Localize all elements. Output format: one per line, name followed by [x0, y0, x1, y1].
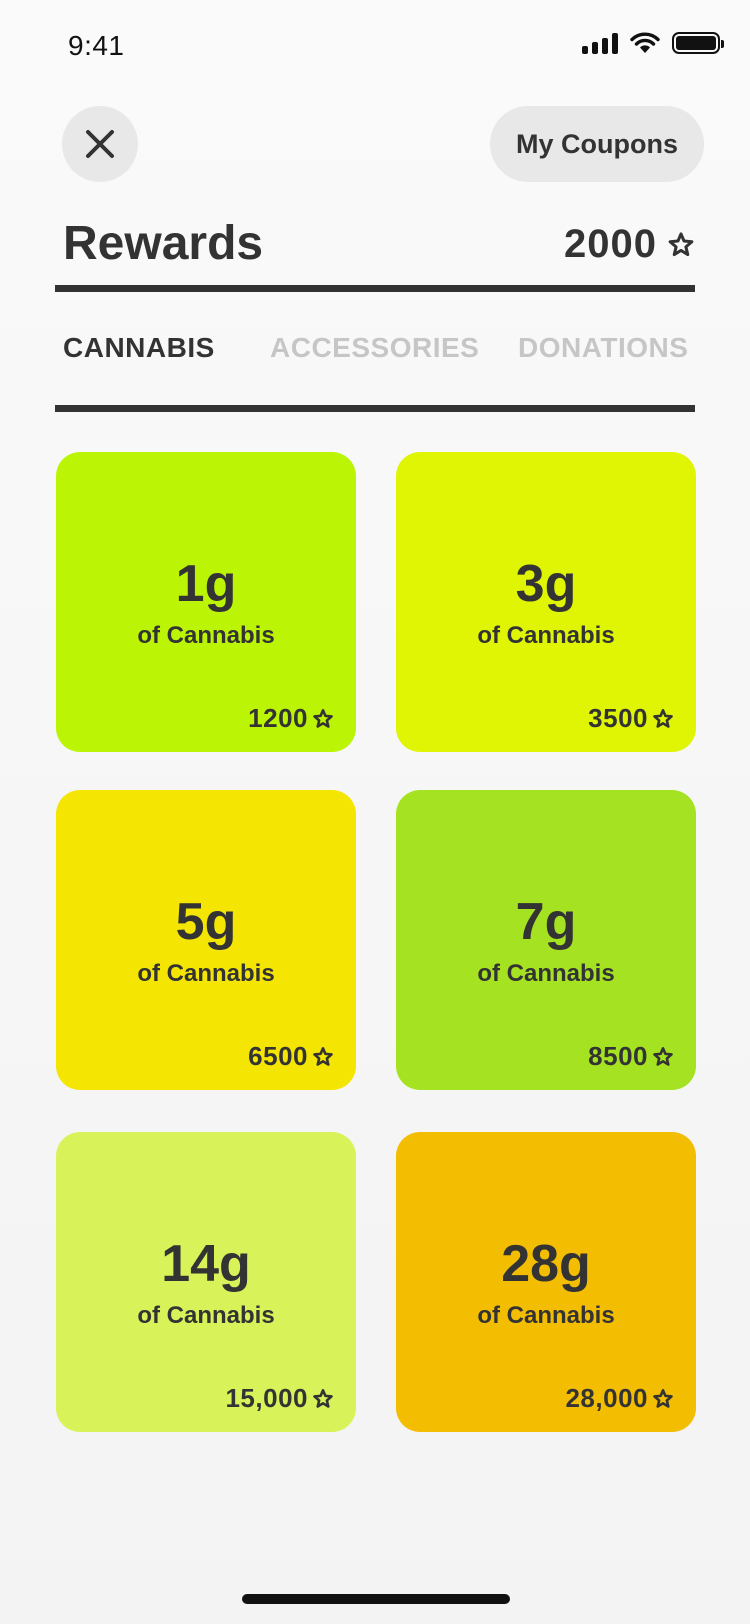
points-balance: 2000	[564, 222, 695, 267]
status-bar: 9:41	[0, 0, 750, 96]
points-value: 2000	[564, 222, 657, 266]
star-outline-icon	[313, 1388, 333, 1408]
my-coupons-button[interactable]: My Coupons	[490, 106, 704, 182]
reward-amount: 5g	[175, 893, 237, 951]
title-row: Rewards 2000	[55, 210, 695, 292]
wifi-icon	[630, 32, 660, 53]
reward-amount: 28g	[501, 1235, 591, 1293]
reward-price-value: 3500	[588, 703, 648, 733]
star-outline-icon	[668, 231, 694, 256]
reward-amount: 14g	[161, 1235, 251, 1293]
reward-card[interactable]: 5g of Cannabis 6500	[56, 790, 356, 1090]
reward-card[interactable]: 1g of Cannabis 1200	[56, 452, 356, 752]
reward-price-value: 28,000	[565, 1383, 648, 1413]
reward-price: 28,000	[565, 1383, 674, 1414]
page-title: Rewards	[63, 217, 264, 270]
reward-card[interactable]: 14g of Cannabis 15,000	[56, 1132, 356, 1432]
home-indicator[interactable]	[242, 1594, 510, 1604]
reward-amount: 7g	[515, 893, 577, 951]
close-button[interactable]	[62, 106, 138, 182]
tab-accessories[interactable]: ACCESSORIES	[270, 332, 479, 364]
reward-description: of Cannabis	[137, 960, 275, 987]
reward-price: 1200	[248, 703, 334, 734]
reward-price: 6500	[248, 1041, 334, 1072]
reward-card[interactable]: 28g of Cannabis 28,000	[396, 1132, 696, 1432]
reward-description: of Cannabis	[137, 1302, 275, 1329]
reward-card[interactable]: 7g of Cannabis 8500	[396, 790, 696, 1090]
reward-card[interactable]: 3g of Cannabis 3500	[396, 452, 696, 752]
reward-price-value: 15,000	[225, 1383, 308, 1413]
star-outline-icon	[653, 1388, 673, 1408]
close-icon	[86, 130, 114, 158]
status-time: 9:41	[68, 30, 125, 61]
reward-description: of Cannabis	[477, 1302, 615, 1329]
reward-price-value: 1200	[248, 703, 308, 733]
reward-amount: 3g	[515, 555, 577, 613]
star-outline-icon	[313, 708, 333, 728]
reward-amount: 1g	[175, 555, 237, 613]
reward-price: 3500	[588, 703, 674, 734]
star-outline-icon	[313, 1046, 333, 1066]
cellular-signal-icon	[582, 32, 618, 54]
reward-description: of Cannabis	[477, 960, 615, 987]
battery-icon	[672, 32, 724, 54]
reward-price-value: 6500	[248, 1041, 308, 1071]
reward-price: 8500	[588, 1041, 674, 1072]
star-outline-icon	[653, 1046, 673, 1066]
reward-price: 15,000	[225, 1383, 334, 1414]
tab-cannabis[interactable]: CANNABIS	[63, 332, 215, 364]
star-outline-icon	[653, 708, 673, 728]
reward-price-value: 8500	[588, 1041, 648, 1071]
reward-description: of Cannabis	[477, 622, 615, 649]
reward-description: of Cannabis	[137, 622, 275, 649]
category-tabs: CANNABIS ACCESSORIES DONATIONS	[55, 312, 695, 412]
tab-donations[interactable]: DONATIONS	[518, 332, 688, 364]
status-icons	[582, 32, 724, 54]
